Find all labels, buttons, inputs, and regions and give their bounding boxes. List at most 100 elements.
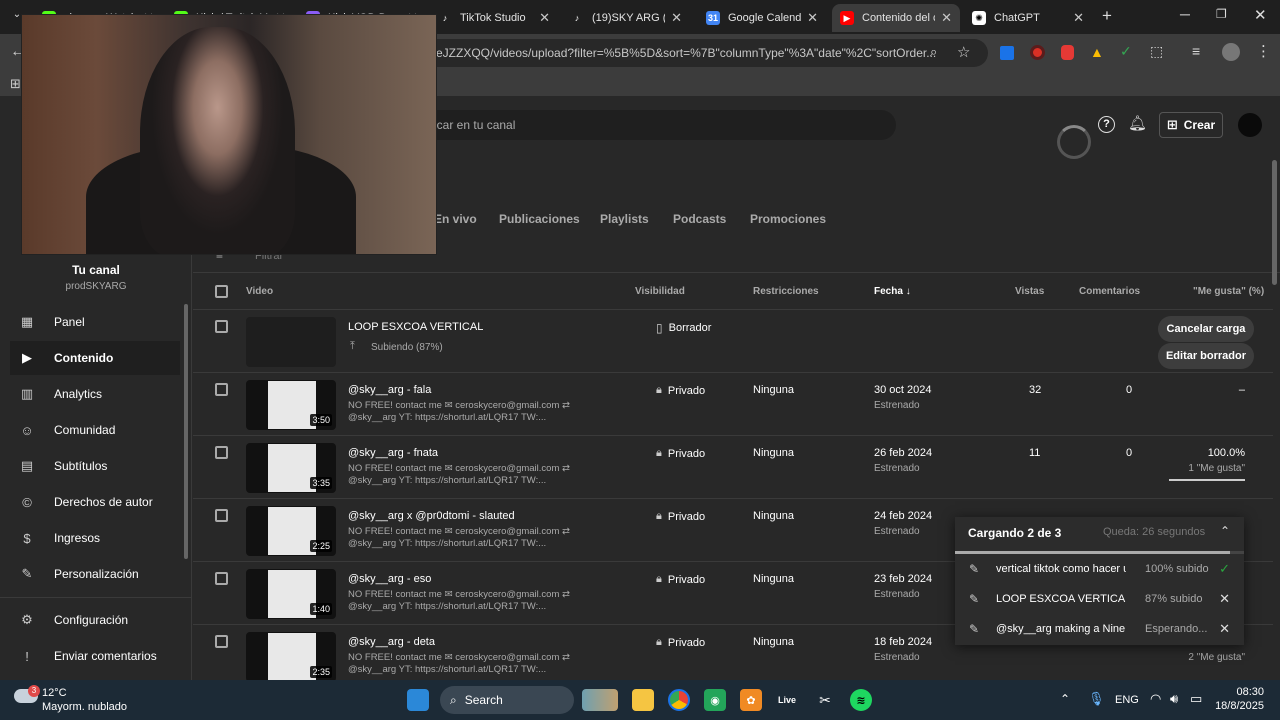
- row-checkbox[interactable]: [215, 320, 228, 333]
- row-checkbox[interactable]: [215, 446, 228, 459]
- spotify-icon[interactable]: ≋: [850, 689, 872, 711]
- sidebar-item[interactable]: © Derechos de autor: [10, 485, 180, 519]
- profile-avatar[interactable]: [1222, 43, 1240, 61]
- edit-pencil-icon[interactable]: ✎: [969, 592, 979, 606]
- row-checkbox[interactable]: [215, 572, 228, 585]
- video-thumbnail[interactable]: 3:35: [246, 443, 336, 493]
- tab-close-icon[interactable]: ✕: [1073, 10, 1084, 26]
- edit-pencil-icon[interactable]: ✎: [969, 622, 979, 636]
- microphone-icon[interactable]: 🎙︎: [1088, 691, 1105, 707]
- content-tab[interactable]: Promociones: [750, 212, 826, 226]
- video-thumbnail[interactable]: 2:35: [246, 632, 336, 682]
- extension-hand-icon[interactable]: [1061, 45, 1074, 60]
- extension-blue-icon[interactable]: [1000, 46, 1014, 60]
- windows-start-icon[interactable]: [407, 689, 429, 711]
- tab-close-icon[interactable]: ✕: [539, 10, 550, 26]
- new-tab-button[interactable]: +: [1102, 6, 1112, 26]
- sidebar-item[interactable]: ▥ Analytics: [10, 377, 180, 411]
- video-thumbnail[interactable]: 3:50: [246, 380, 336, 430]
- content-tab[interactable]: En vivo: [434, 212, 477, 226]
- upload-file-name[interactable]: @sky__arg making a Nine Vi...: [996, 623, 1126, 635]
- volume-icon[interactable]: 🔊︎: [1170, 691, 1178, 707]
- video-title[interactable]: @sky__arg - deta: [348, 636, 435, 648]
- discord-icon[interactable]: ◉: [704, 689, 726, 711]
- sidebar-scrollbar[interactable]: [184, 304, 188, 559]
- row-checkbox[interactable]: [215, 635, 228, 648]
- header-date[interactable]: Fecha ↓: [874, 286, 911, 297]
- content-tab[interactable]: Playlists: [600, 212, 649, 226]
- sidebar-item[interactable]: ▤ Subtítulos: [10, 449, 180, 483]
- weather-widget[interactable]: 3 12°C Mayorm. nublado: [14, 685, 134, 715]
- clock-date[interactable]: 18/8/2025: [1200, 700, 1264, 712]
- sidebar-item[interactable]: ▶ Contenido: [10, 341, 180, 375]
- chrome-icon[interactable]: [668, 689, 690, 711]
- account-avatar[interactable]: [1238, 113, 1262, 137]
- select-all-checkbox[interactable]: [215, 285, 228, 298]
- browser-tab[interactable]: ▶ Contenido del c ✕: [832, 4, 960, 32]
- tab-close-icon[interactable]: ✕: [807, 10, 818, 26]
- channel-search-input[interactable]: uscar en tu canal: [410, 110, 896, 140]
- fl-studio-icon[interactable]: ✿: [740, 689, 762, 711]
- sidebar-item[interactable]: ☺ Comunidad: [10, 413, 180, 447]
- zoom-icon[interactable]: ⌕: [930, 44, 937, 60]
- video-title[interactable]: @sky__arg - eso: [348, 573, 431, 585]
- video-title[interactable]: @sky__arg - fnata: [348, 447, 438, 459]
- page-scrollbar[interactable]: [1272, 160, 1277, 285]
- row-checkbox[interactable]: [215, 383, 228, 396]
- edit-pencil-icon[interactable]: ✎: [969, 562, 979, 576]
- edit-draft-button[interactable]: Editar borrador: [1158, 343, 1254, 369]
- tab-close-icon[interactable]: ✕: [671, 10, 682, 26]
- browser-tab[interactable]: ♪ (19)SKY ARG (@ ✕: [562, 4, 690, 32]
- media-controls-icon[interactable]: ≡: [1192, 43, 1200, 59]
- apps-grid-icon[interactable]: ⊞: [10, 76, 21, 92]
- upload-file-name[interactable]: LOOP ESXCOA VERTICAL.mp4: [996, 593, 1126, 605]
- file-explorer-icon[interactable]: [632, 689, 654, 711]
- upload-file-name[interactable]: vertical tiktok como hacer u...: [996, 563, 1126, 575]
- create-button[interactable]: ⊞ Crear: [1159, 112, 1223, 138]
- row-checkbox[interactable]: [215, 509, 228, 522]
- browser-tab[interactable]: ♪ TikTok Studio ✕: [430, 4, 558, 32]
- content-tab[interactable]: Podcasts: [673, 212, 726, 226]
- channel-title[interactable]: Tu canal: [0, 263, 192, 277]
- sidebar-item[interactable]: $ Ingresos: [10, 521, 180, 555]
- notifications-bell-icon[interactable]: 🔔︎: [1128, 114, 1147, 132]
- help-icon[interactable]: ?: [1098, 116, 1115, 133]
- sidebar-item[interactable]: ✎ Personalización: [10, 557, 180, 591]
- browser-tab[interactable]: ✺ ChatGPT ✕: [964, 4, 1092, 32]
- cancel-upload-button[interactable]: Cancelar carga: [1158, 316, 1254, 342]
- sidebar-bottom-item[interactable]: ! Enviar comentarios: [10, 639, 180, 673]
- extension-check-icon[interactable]: ✓: [1120, 43, 1132, 60]
- video-thumbnail[interactable]: 2:25: [246, 506, 336, 556]
- sidebar-bottom-item[interactable]: ⚙ Configuración: [10, 603, 180, 637]
- visibility-cell[interactable]: 🔒︎ Privado: [656, 384, 705, 397]
- draft-thumbnail[interactable]: [246, 317, 336, 367]
- visibility-cell[interactable]: 🔒︎ Privado: [656, 636, 705, 649]
- extension-record-icon[interactable]: [1030, 45, 1045, 60]
- video-thumbnail[interactable]: 1:40: [246, 569, 336, 619]
- browser-tab[interactable]: 31 Google Calenda ✕: [698, 4, 826, 32]
- browser-menu-icon[interactable]: ⋮: [1256, 42, 1271, 60]
- content-tab[interactable]: Publicaciones: [499, 212, 580, 226]
- address-bar[interactable]: eJZZXQQ/videos/upload?filter=%5B%5D&sort…: [418, 39, 988, 67]
- video-title[interactable]: @sky__arg - fala: [348, 384, 431, 396]
- minimize-button[interactable]: ─: [1180, 6, 1190, 22]
- taskbar-search[interactable]: ⌕ Search: [440, 686, 574, 714]
- close-icon[interactable]: ✕: [1219, 621, 1230, 637]
- bookmark-star-icon[interactable]: ☆: [957, 43, 970, 61]
- visibility-cell[interactable]: 🔒︎ Privado: [656, 510, 705, 523]
- maximize-button[interactable]: ❐: [1216, 7, 1227, 21]
- close-icon[interactable]: ✕: [1219, 591, 1230, 607]
- visibility-cell[interactable]: 🔒︎ Privado: [656, 447, 705, 460]
- visibility-cell[interactable]: 🔒︎ Privado: [656, 573, 705, 586]
- google-drive-icon[interactable]: ▲: [1090, 44, 1104, 60]
- wifi-icon[interactable]: ◠: [1150, 691, 1161, 707]
- chevron-up-icon[interactable]: ⌃: [1220, 524, 1230, 538]
- video-title[interactable]: @sky__arg x @pr0dtomi - slauted: [348, 510, 515, 522]
- clock-time[interactable]: 08:30: [1212, 686, 1264, 698]
- close-window-button[interactable]: ✕: [1254, 6, 1267, 24]
- tab-close-icon[interactable]: ✕: [941, 10, 952, 26]
- capcut-icon[interactable]: ✂: [814, 689, 836, 711]
- ableton-live-icon[interactable]: Live: [776, 689, 798, 711]
- language-indicator[interactable]: ENG: [1115, 694, 1139, 706]
- extensions-puzzle-icon[interactable]: ⬚: [1150, 43, 1163, 60]
